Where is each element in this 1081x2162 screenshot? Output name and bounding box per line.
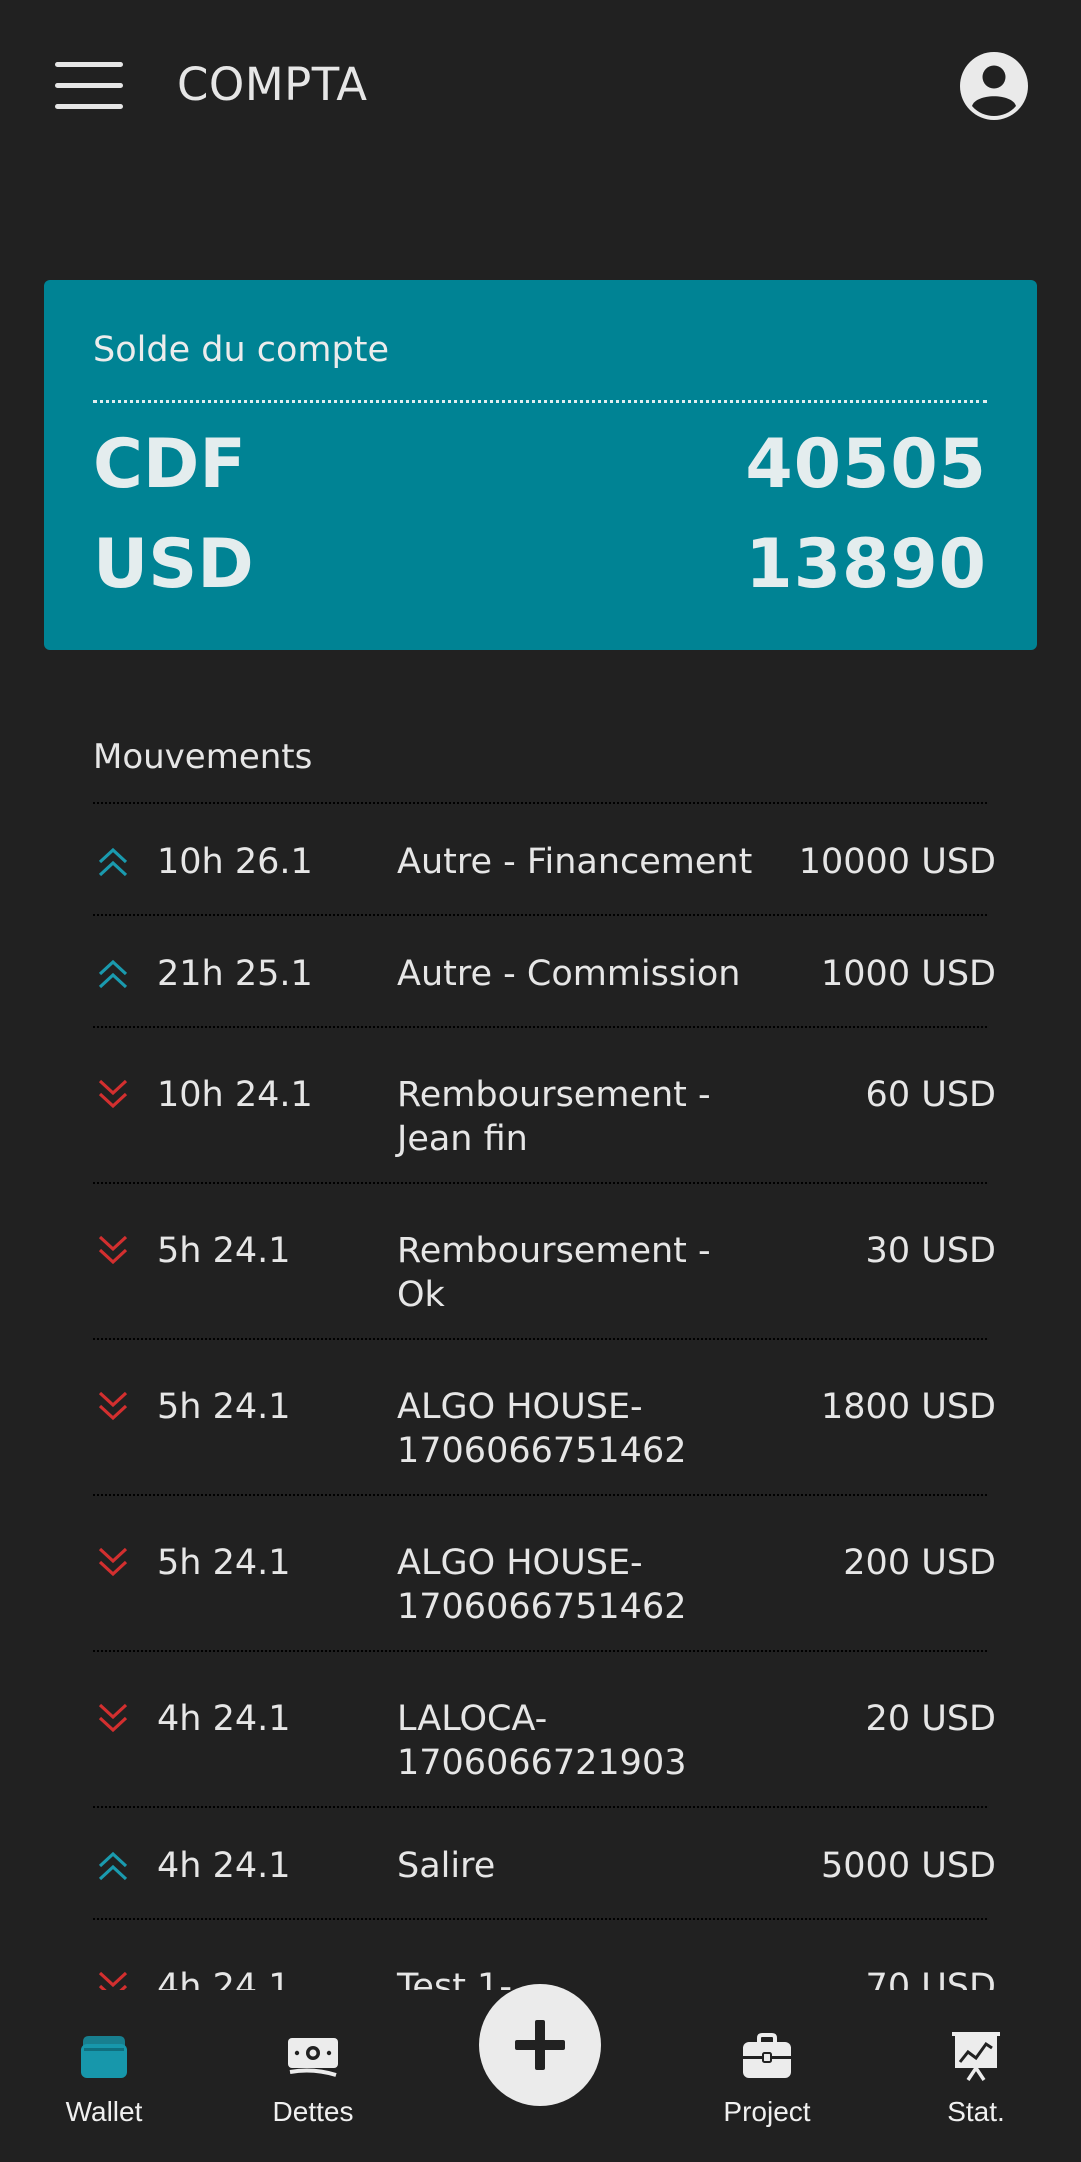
double-chevron-down-icon [98, 1547, 128, 1577]
movement-description: LALOCA-1706066721903 [397, 1699, 687, 1783]
balance-amount: 40505 [745, 425, 987, 504]
movement-time: 5h 24.1 [157, 1231, 291, 1271]
list-item[interactable]: 4h 24.1 LALOCA-1706066721903 20 USD [93, 1652, 996, 1808]
movements-list: 10h 26.1 Autre - Financement 10000 USD 2… [93, 802, 996, 1990]
add-button[interactable] [479, 1984, 601, 2106]
nav-label: Dettes [272, 2096, 354, 2127]
list-item[interactable]: 4h 24.1 Test 1- 70 USD [93, 1920, 996, 1990]
movement-description: Autre - Financement [397, 842, 753, 882]
movement-description: Remboursement - Ok [397, 1231, 711, 1315]
movement-amount: 5000 USD [821, 1846, 996, 1886]
movement-time: 21h 25.1 [157, 954, 313, 994]
movement-time: 4h 24.1 [157, 1967, 291, 1990]
balance-row-cdf: CDF 40505 [93, 425, 987, 505]
nav-label: Stat. [947, 2096, 1005, 2127]
double-chevron-up-icon [98, 959, 128, 989]
movements-section: Mouvements 10h 26.1 Autre - Financement … [0, 700, 1081, 1990]
list-item[interactable]: 10h 24.1 Remboursement - Jean fin 60 USD [93, 1028, 996, 1184]
movement-time: 5h 24.1 [157, 1543, 291, 1583]
list-item[interactable]: 5h 24.1 Remboursement - Ok 30 USD [93, 1184, 996, 1340]
double-chevron-down-icon [98, 1235, 128, 1265]
movement-amount: 10000 USD [798, 842, 996, 882]
presentation-chart-icon [952, 2032, 1000, 2081]
balance-currency: USD [93, 525, 254, 604]
movement-time: 10h 26.1 [157, 842, 313, 882]
app-header: COMPTA [0, 0, 1081, 175]
cash-icon [288, 2038, 338, 2077]
movement-description: ALGO HOUSE-1706066751462 [397, 1543, 687, 1627]
balance-currency: CDF [93, 425, 246, 504]
nav-label: Project [723, 2096, 811, 2127]
wallet-icon [81, 2036, 127, 2078]
nav-label: Wallet [65, 2096, 143, 2127]
movement-amount: 30 USD [865, 1231, 996, 1271]
movement-description: Autre - Commission [397, 954, 741, 994]
movement-time: 4h 24.1 [157, 1699, 291, 1739]
balance-label: Solde du compte [93, 330, 389, 370]
account-circle-icon[interactable] [958, 50, 1030, 122]
movement-amount: 60 USD [865, 1075, 996, 1115]
balance-row-usd: USD 13890 [93, 525, 987, 605]
movement-time: 4h 24.1 [157, 1846, 291, 1886]
movement-amount: 200 USD [843, 1543, 996, 1583]
list-item[interactable]: 21h 25.1 Autre - Commission 1000 USD [93, 916, 996, 1028]
nav-project[interactable]: Project [697, 2028, 837, 2148]
list-item[interactable]: 5h 24.1 ALGO HOUSE-1706066751462 1800 US… [93, 1340, 996, 1496]
app-title: COMPTA [177, 58, 368, 111]
movement-amount: 20 USD [865, 1699, 996, 1739]
balance-amount: 13890 [745, 525, 987, 604]
movement-amount: 1800 USD [821, 1387, 996, 1427]
movement-description: ALGO HOUSE-1706066751462 [397, 1387, 687, 1471]
menu-icon[interactable] [55, 62, 123, 110]
double-chevron-down-icon [98, 1391, 128, 1421]
double-chevron-up-icon [98, 847, 128, 877]
movement-description: Test 1- [397, 1967, 512, 1990]
double-chevron-up-icon [98, 1851, 128, 1881]
double-chevron-down-icon [98, 1079, 128, 1109]
movement-time: 10h 24.1 [157, 1075, 313, 1115]
nav-wallet[interactable]: Wallet [34, 2028, 174, 2148]
nav-stat[interactable]: Stat. [906, 2028, 1046, 2148]
movement-amount: 70 USD [865, 1967, 996, 1990]
movement-time: 5h 24.1 [157, 1387, 291, 1427]
movements-title: Mouvements [93, 737, 313, 777]
double-chevron-down-icon [98, 1703, 128, 1733]
divider [93, 400, 987, 403]
movement-description: Remboursement - Jean fin [397, 1075, 711, 1159]
list-item[interactable]: 5h 24.1 ALGO HOUSE-1706066751462 200 USD [93, 1496, 996, 1652]
briefcase-icon [743, 2033, 791, 2078]
balance-card: Solde du compte CDF 40505 USD 13890 [44, 280, 1037, 650]
list-item[interactable]: 4h 24.1 Salire 5000 USD [93, 1808, 996, 1920]
movement-description: Salire [397, 1846, 496, 1886]
double-chevron-down-icon [98, 1971, 128, 1990]
nav-dettes[interactable]: Dettes [243, 2028, 383, 2148]
movement-amount: 1000 USD [821, 954, 996, 994]
list-item[interactable]: 10h 26.1 Autre - Financement 10000 USD [93, 804, 996, 916]
